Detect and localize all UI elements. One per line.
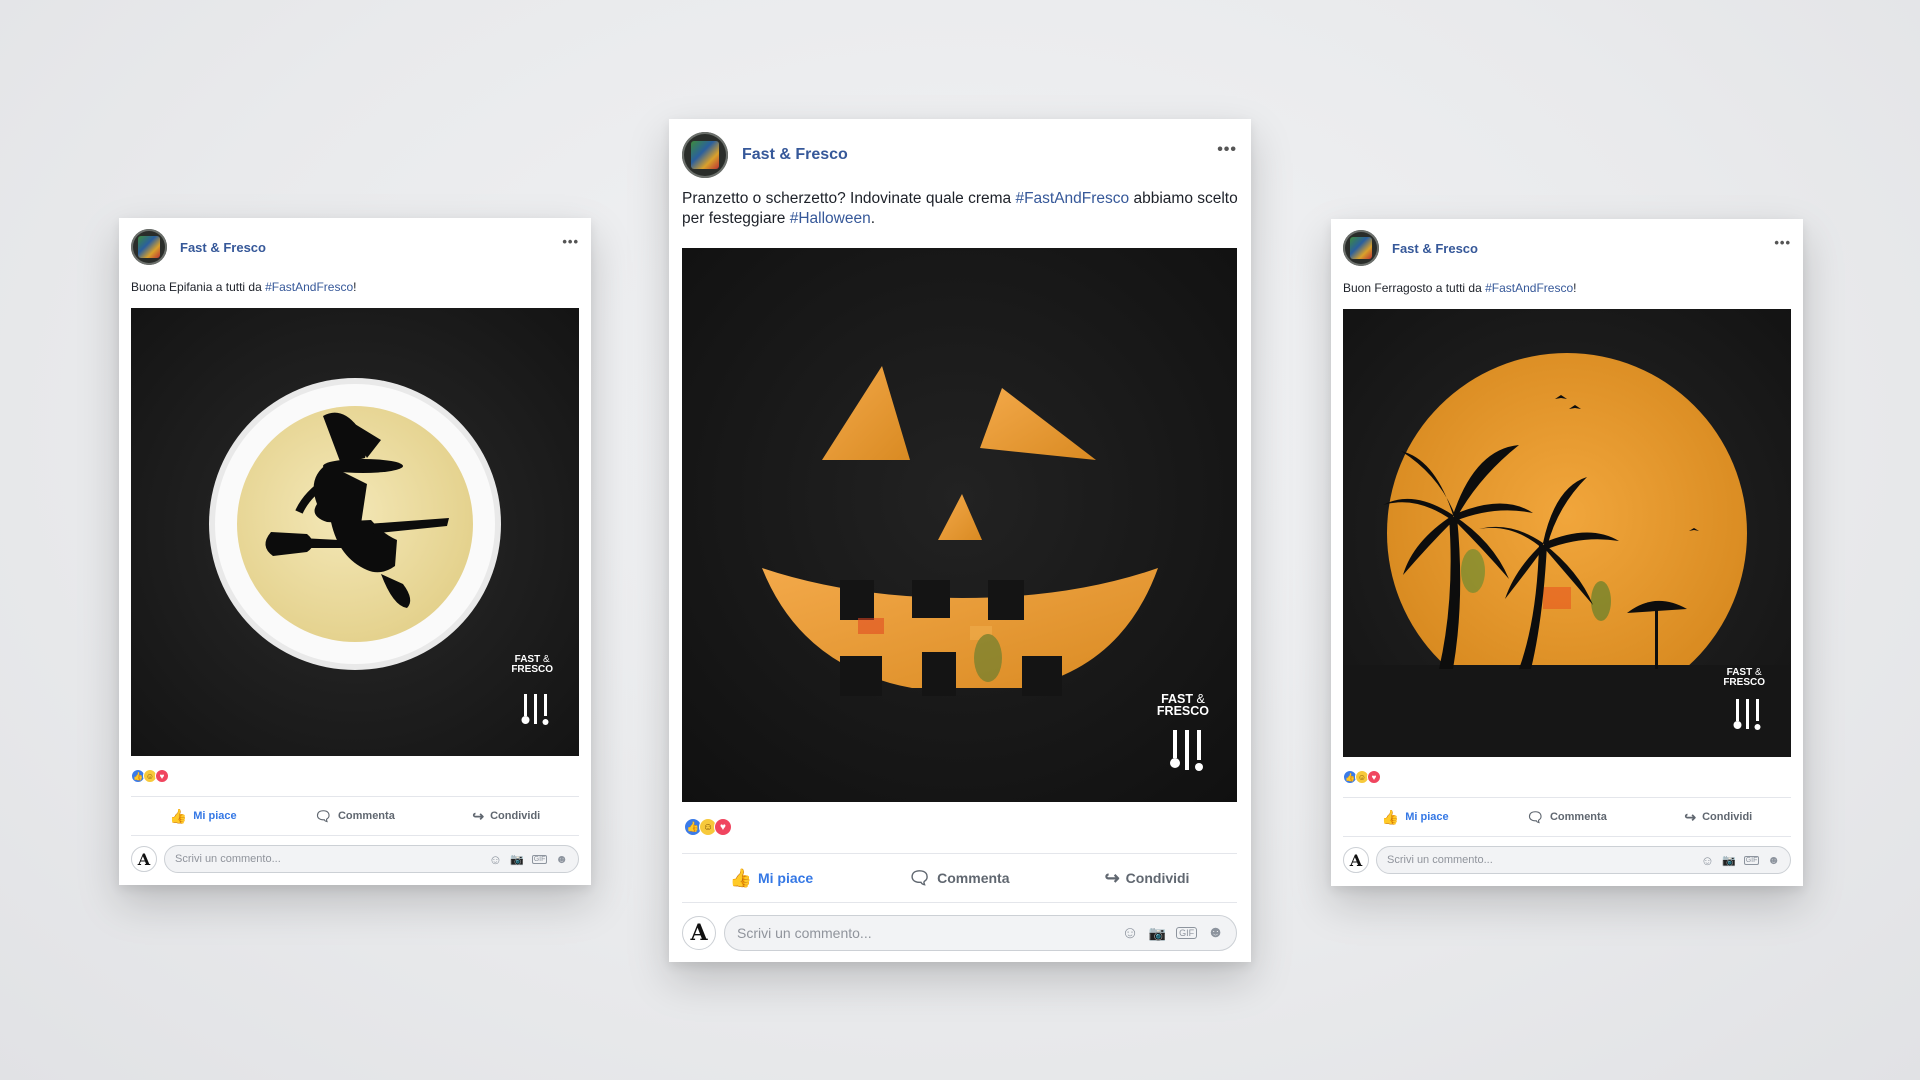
like-button[interactable]: 👍 Mi piace — [1382, 809, 1449, 826]
page-name-link[interactable]: Fast & Fresco — [1392, 241, 1478, 256]
love-reaction-icon: ♥ — [1367, 770, 1381, 784]
like-button[interactable]: 👍 Mi piace — [170, 808, 237, 825]
cutlery-icon — [1733, 699, 1761, 730]
share-arrow-icon: ↪ — [1684, 808, 1697, 825]
sticker-icon[interactable]: ☻ — [1207, 924, 1224, 942]
like-button[interactable]: 👍 Mi piace — [730, 868, 814, 889]
more-options-icon[interactable]: ••• — [1217, 141, 1237, 159]
hashtag-link[interactable]: #FastAndFresco — [1015, 190, 1129, 207]
cutlery-icon — [521, 694, 549, 725]
gif-icon[interactable]: GIF — [1743, 855, 1760, 865]
cutlery-icon — [1170, 730, 1203, 771]
reaction-summary[interactable]: 👍 ☺ ♥ — [684, 818, 732, 836]
gif-icon[interactable]: GIF — [531, 854, 548, 864]
comment-composer: A Scrivi un commento... ☺ 📷 GIF ☻ — [1343, 845, 1791, 875]
post-image[interactable]: FAST & FRESCO — [1343, 309, 1791, 757]
more-options-icon[interactable]: ••• — [1774, 235, 1791, 250]
share-arrow-icon: ↪ — [1104, 867, 1120, 888]
share-button[interactable]: ↪ Condividi — [1105, 868, 1190, 889]
comment-button[interactable]: 🗨 Commenta — [314, 808, 395, 825]
comment-button[interactable]: 🗨 Commenta — [1526, 809, 1607, 826]
user-avatar: A — [131, 846, 157, 872]
post-text: Buona Epifania a tutti da #FastAndFresco… — [131, 280, 357, 294]
user-avatar: A — [682, 916, 716, 950]
camera-icon[interactable]: 📷 — [510, 853, 524, 866]
page-name-link[interactable]: Fast & Fresco — [742, 146, 848, 164]
pumpkin-face-illustration — [682, 248, 1237, 802]
witch-soup-illustration — [131, 308, 579, 756]
comment-input[interactable]: Scrivi un commento... ☺ 📷 GIF ☻ — [724, 915, 1237, 951]
sticker-icon[interactable]: ☻ — [1767, 853, 1780, 867]
post-card-epifania: Fast & Fresco ••• Buona Epifania a tutti… — [119, 218, 591, 885]
hashtag-link[interactable]: #FastAndFresco — [1485, 281, 1573, 295]
love-reaction-icon: ♥ — [714, 818, 732, 836]
hashtag-link[interactable]: #Halloween — [790, 210, 871, 227]
comment-input[interactable]: Scrivi un commento... ☺ 📷 GIF ☻ — [164, 845, 579, 873]
share-arrow-icon: ↪ — [472, 807, 485, 824]
comment-composer: A Scrivi un commento... ☺ 📷 GIF ☻ — [131, 844, 579, 874]
thumbs-up-icon: 👍 — [169, 807, 188, 824]
sticker-icon[interactable]: ☻ — [555, 852, 568, 866]
comment-bubble-icon: 🗨 — [314, 807, 332, 824]
camera-icon[interactable]: 📷 — [1722, 854, 1736, 867]
action-bar: 👍 Mi piace 🗨 Commenta ↪ Condividi — [1343, 797, 1791, 837]
share-button[interactable]: ↪ Condividi — [472, 808, 540, 825]
action-bar: 👍 Mi piace 🗨 Commenta ↪ Condividi — [682, 853, 1237, 903]
comment-button[interactable]: 🗨 Commenta — [908, 868, 1009, 889]
post-card-halloween: Fast & Fresco ••• Pranzetto o scherzetto… — [669, 119, 1251, 962]
page-avatar[interactable] — [1343, 230, 1379, 266]
post-image[interactable]: FAST & FRESCO — [131, 308, 579, 756]
action-bar: 👍 Mi piace 🗨 Commenta ↪ Condividi — [131, 796, 579, 836]
post-text: Buon Ferragosto a tutti da #FastAndFresc… — [1343, 281, 1577, 295]
hashtag-link[interactable]: #FastAndFresco — [265, 280, 353, 294]
comment-input[interactable]: Scrivi un commento... ☺ 📷 GIF ☻ — [1376, 846, 1791, 874]
brand-logo: FAST & FRESCO — [1156, 692, 1209, 719]
reaction-summary[interactable]: 👍 ☺ ♥ — [1343, 770, 1381, 784]
emoji-icon[interactable]: ☺ — [489, 852, 502, 867]
palm-sunset-illustration — [1343, 309, 1791, 757]
emoji-icon[interactable]: ☺ — [1121, 923, 1138, 943]
post-image[interactable]: FAST & FRESCO — [682, 248, 1237, 802]
comment-bubble-icon: 🗨 — [908, 867, 932, 888]
gif-icon[interactable]: GIF — [1176, 927, 1198, 939]
comment-bubble-icon: 🗨 — [1526, 808, 1544, 825]
more-options-icon[interactable]: ••• — [562, 234, 579, 249]
reaction-summary[interactable]: 👍 ☺ ♥ — [131, 769, 169, 783]
post-card-ferragosto: Fast & Fresco ••• Buon Ferragosto a tutt… — [1331, 219, 1803, 886]
emoji-icon[interactable]: ☺ — [1701, 853, 1714, 868]
user-avatar: A — [1343, 847, 1369, 873]
share-button[interactable]: ↪ Condividi — [1684, 809, 1752, 826]
brand-logo: FAST & FRESCO — [511, 654, 553, 675]
love-reaction-icon: ♥ — [155, 769, 169, 783]
thumbs-up-icon: 👍 — [729, 867, 752, 888]
brand-logo: FAST & FRESCO — [1723, 667, 1765, 688]
page-avatar[interactable] — [131, 229, 167, 265]
comment-composer: A Scrivi un commento... ☺ 📷 GIF ☻ — [682, 914, 1237, 952]
page-name-link[interactable]: Fast & Fresco — [180, 240, 266, 255]
camera-icon[interactable]: 📷 — [1149, 925, 1166, 942]
thumbs-up-icon: 👍 — [1381, 808, 1400, 825]
post-text: Pranzetto o scherzetto? Indovinate quale… — [682, 190, 1238, 227]
page-avatar[interactable] — [682, 132, 728, 178]
